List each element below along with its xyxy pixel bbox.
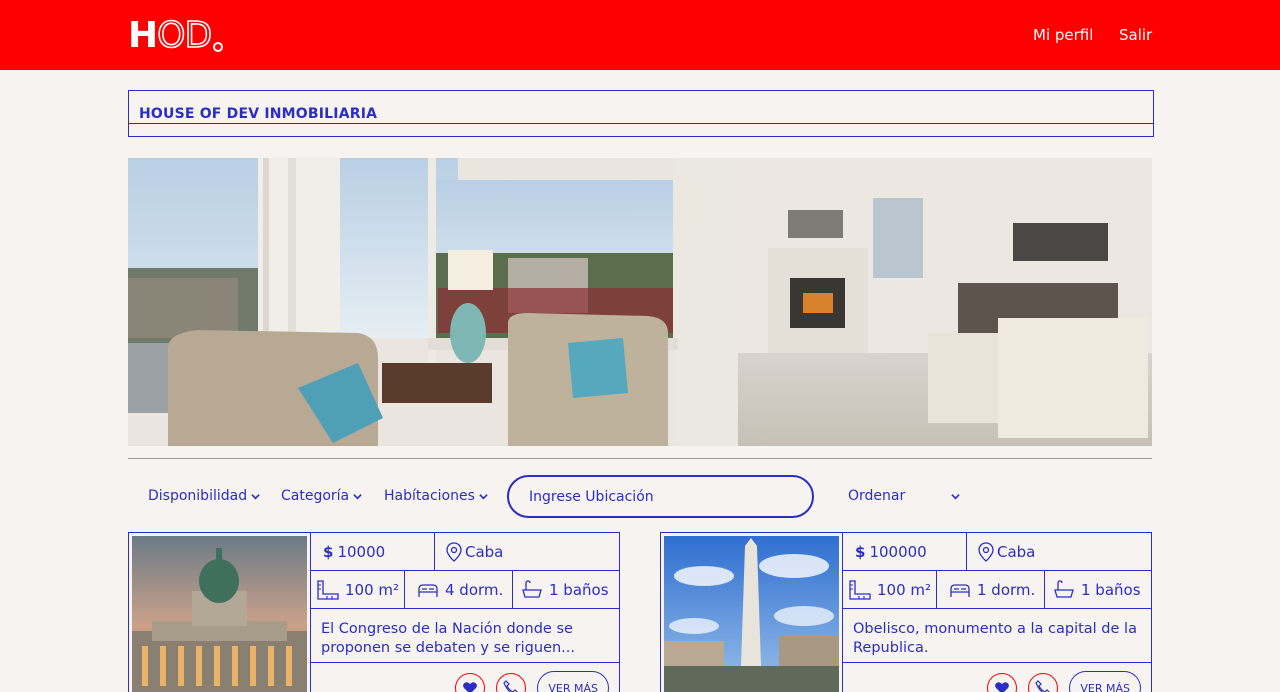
price-location-row: $ 10000 Caba	[311, 533, 619, 571]
ruler-icon	[317, 579, 339, 600]
heart-icon	[463, 682, 478, 692]
chevron-down-icon	[251, 493, 260, 499]
bedrooms-value: 4 dorm.	[445, 580, 504, 599]
price-value: 10000	[337, 542, 386, 561]
bedrooms-value: 1 dorm.	[977, 580, 1036, 599]
bed-icon	[950, 583, 970, 597]
nav-logout-link[interactable]: Salir	[1119, 26, 1152, 44]
property-info: $ 10000 Caba 100 m² 4 dorm. 1 baños El C…	[310, 533, 619, 692]
card-actions-row: VER MÁS	[311, 662, 619, 692]
top-navbar: H OD Mi perfil Salir	[0, 0, 1280, 70]
currency-symbol: $	[323, 542, 334, 561]
filter-rooms-label: Habítaciones	[384, 488, 475, 504]
order-select-label: Ordenar	[848, 488, 906, 504]
phone-icon	[1035, 680, 1051, 692]
section-divider	[128, 458, 1152, 459]
bathtub-icon	[522, 579, 542, 598]
features-row: 100 m² 1 dorm. 1 baños	[843, 571, 1151, 609]
currency-symbol: $	[855, 542, 866, 561]
filter-category-label: Categoría	[281, 488, 350, 504]
chevron-down-icon	[353, 493, 362, 499]
logo-letter: H	[128, 15, 158, 56]
call-button[interactable]	[496, 673, 527, 692]
filter-rooms[interactable]: Habítaciones	[384, 488, 488, 504]
property-location: Caba	[967, 533, 1151, 570]
features-row: 100 m² 4 dorm. 1 baños	[311, 571, 619, 609]
bathtub-icon	[1054, 579, 1074, 598]
bathrooms-value: 1 baños	[1081, 580, 1141, 599]
bedrooms-cell: 1 dorm.	[936, 571, 1044, 608]
congreso-photo	[132, 536, 307, 692]
see-more-button[interactable]: VER MÁS	[1069, 671, 1141, 692]
location-pin-icon	[446, 541, 462, 562]
card-actions-row: VER MÁS	[843, 662, 1151, 692]
area-cell: 100 m²	[849, 571, 935, 608]
title-underline	[129, 123, 1153, 124]
ruler-icon	[849, 579, 871, 600]
chevron-down-icon	[479, 493, 488, 499]
location-search-input[interactable]	[507, 475, 814, 518]
location-pin-icon	[978, 541, 994, 562]
property-description: Obelisco, monumento a la capital de la R…	[853, 621, 1137, 656]
page-title: HOUSE OF DEV INMOBILIARIA	[139, 106, 378, 122]
bathrooms-cell: 1 baños	[1044, 571, 1152, 608]
area-value: 100 m²	[345, 580, 400, 599]
area-value: 100 m²	[877, 580, 932, 599]
area-cell: 100 m²	[317, 571, 403, 608]
property-card: $ 100000 Caba 100 m² 1 dorm. 1 baños Obe…	[660, 532, 1152, 692]
price-location-row: $ 100000 Caba	[843, 533, 1151, 571]
page-title-box: HOUSE OF DEV INMOBILIARIA	[128, 90, 1154, 137]
obelisco-photo	[664, 536, 839, 692]
property-photo[interactable]	[664, 536, 839, 692]
property-price: $ 100000	[843, 533, 967, 570]
price-value: 100000	[869, 542, 927, 561]
order-select[interactable]: Ordenar	[848, 488, 960, 504]
property-description: El Congreso de la Nación donde se propon…	[321, 621, 576, 656]
logo-dot	[213, 42, 224, 52]
logo-outline-text: OD	[156, 15, 213, 56]
hero-banner	[128, 158, 1152, 446]
location-text: Caba	[465, 542, 504, 561]
favorite-button[interactable]	[987, 673, 1018, 692]
bathrooms-cell: 1 baños	[512, 571, 620, 608]
see-more-button[interactable]: VER MÁS	[537, 671, 609, 692]
bedrooms-cell: 4 dorm.	[404, 571, 512, 608]
property-price: $ 10000	[311, 533, 435, 570]
favorite-button[interactable]	[455, 673, 486, 692]
bathrooms-value: 1 baños	[549, 580, 609, 599]
hod-logo[interactable]: H OD	[128, 14, 224, 56]
heart-icon	[995, 682, 1010, 692]
chevron-down-icon	[951, 493, 960, 499]
nav-profile-link[interactable]: Mi perfil	[1033, 26, 1093, 44]
location-text: Caba	[997, 542, 1036, 561]
property-card: $ 10000 Caba 100 m² 4 dorm. 1 baños El C…	[128, 532, 620, 692]
living-room-photo	[128, 158, 1152, 446]
call-button[interactable]	[1028, 673, 1059, 692]
filter-category[interactable]: Categoría	[281, 488, 362, 504]
filter-availability[interactable]: Disponibilidad	[148, 488, 260, 504]
filter-availability-label: Disponibilidad	[148, 488, 248, 504]
property-location: Caba	[435, 533, 619, 570]
property-info: $ 100000 Caba 100 m² 1 dorm. 1 baños Obe…	[842, 533, 1151, 692]
property-photo[interactable]	[132, 536, 307, 692]
bed-icon	[418, 583, 438, 597]
phone-icon	[503, 680, 519, 692]
